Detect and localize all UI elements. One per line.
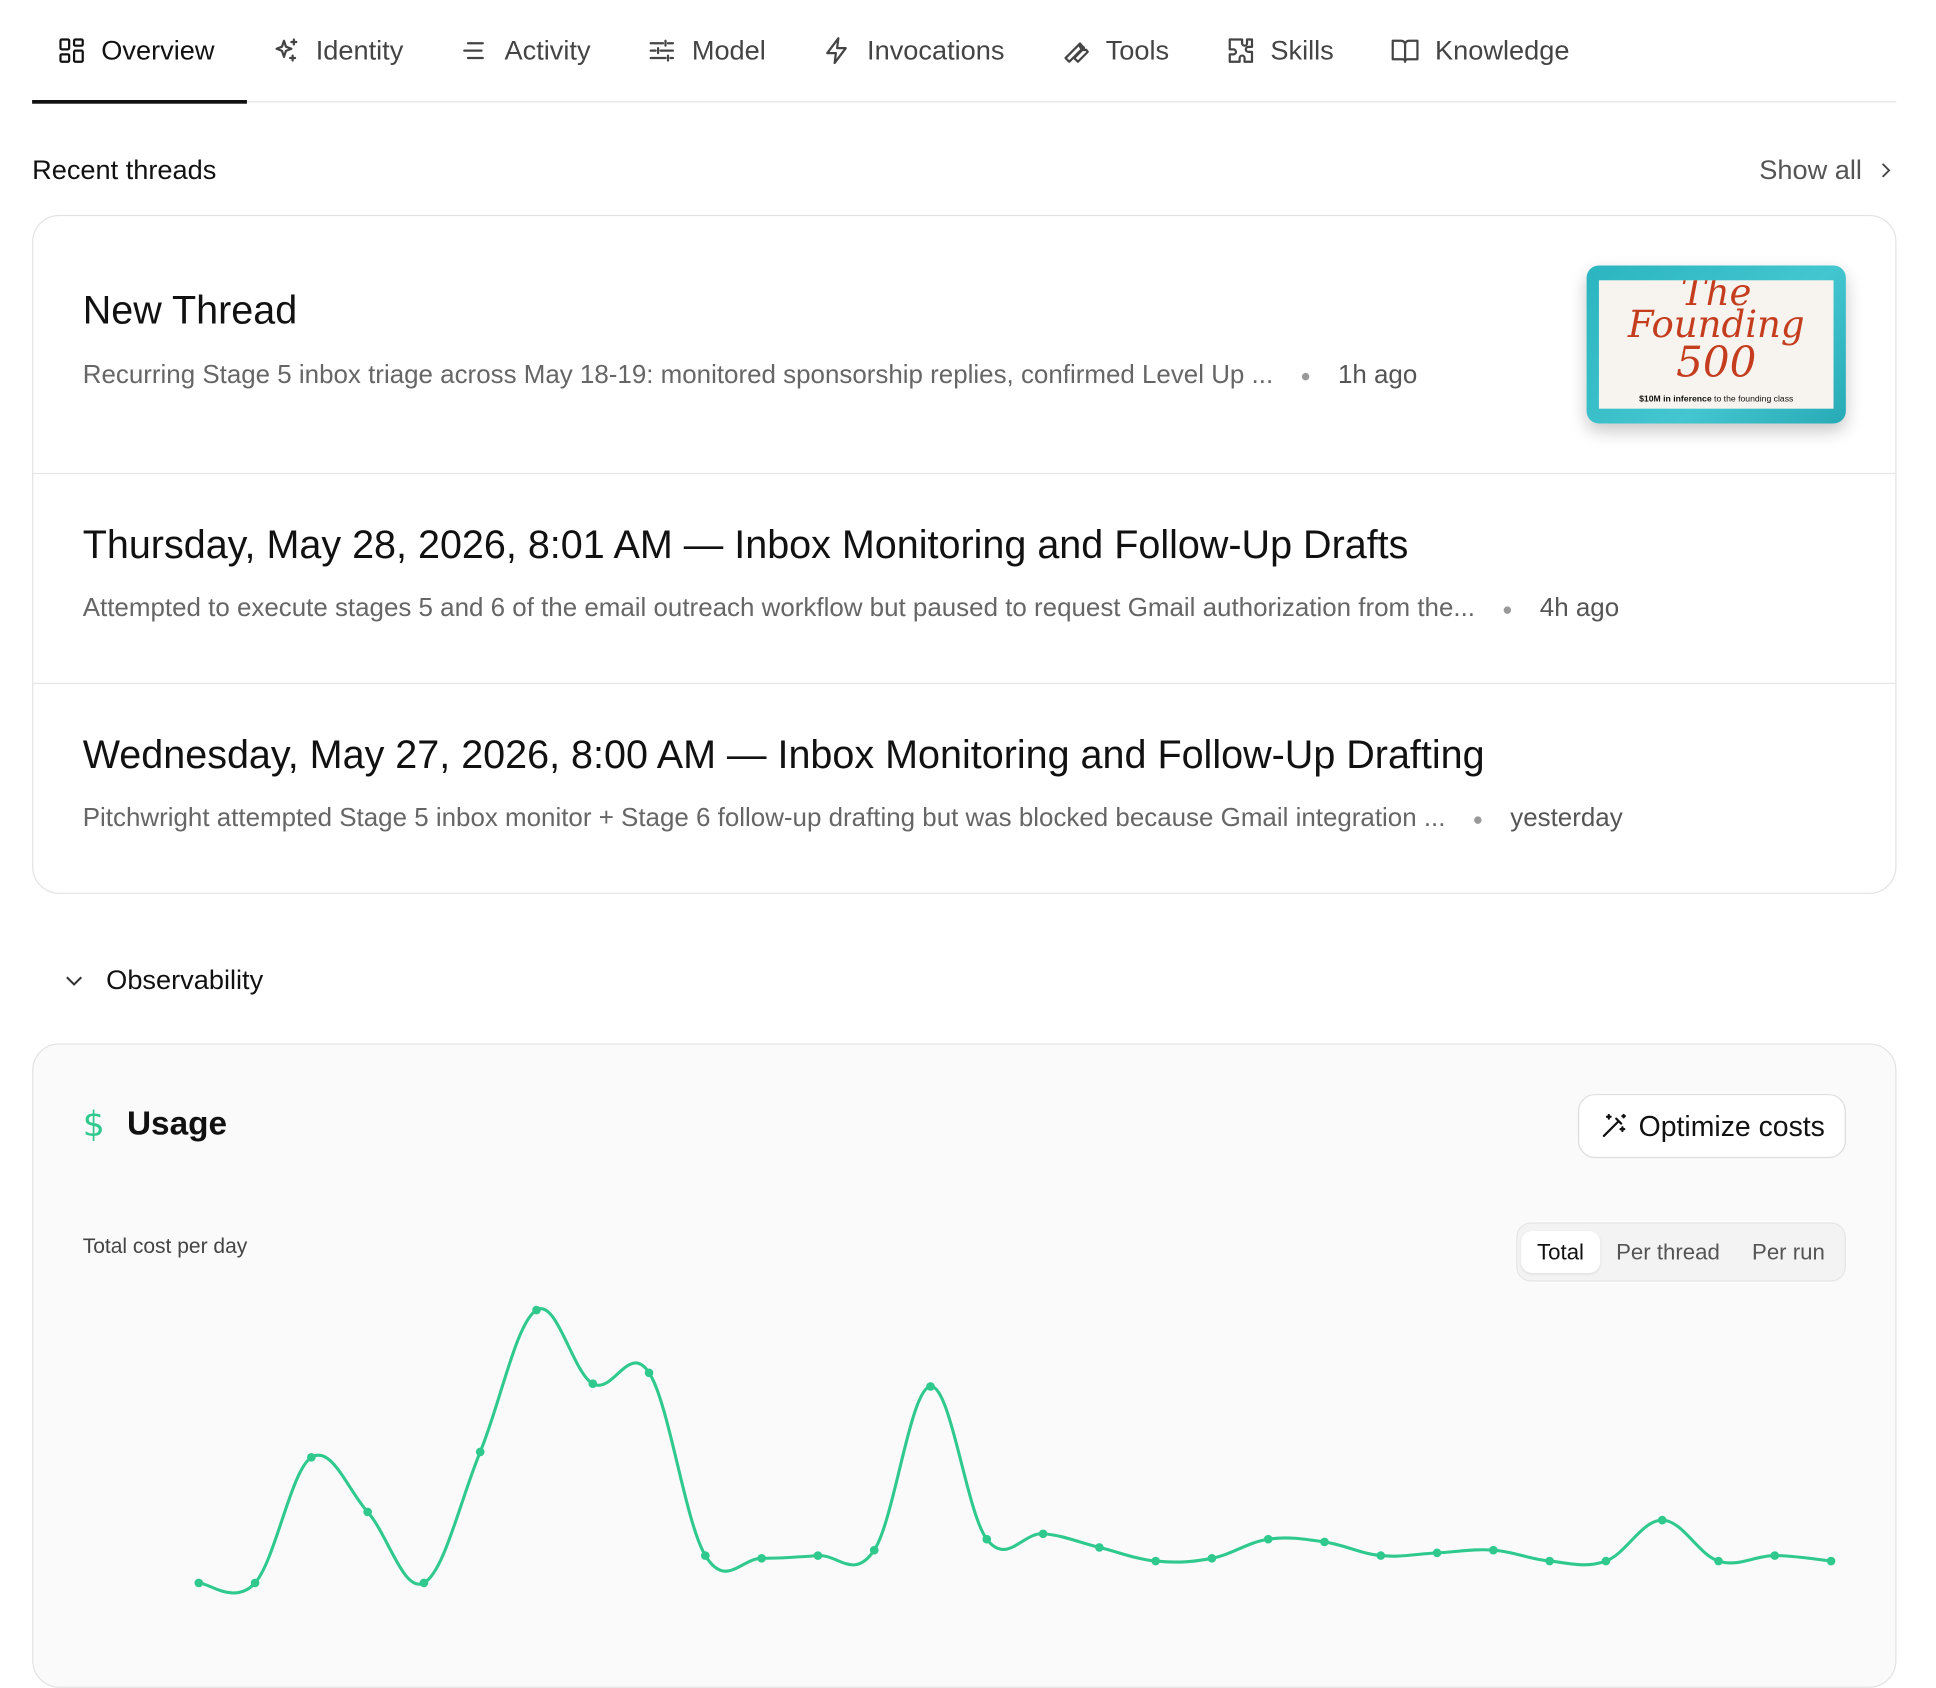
data-point[interactable] [869, 1545, 879, 1555]
show-all-label: Show all [1759, 154, 1862, 186]
data-point[interactable] [1601, 1556, 1611, 1566]
tab-label: Invocations [867, 34, 1005, 66]
data-point[interactable] [1095, 1543, 1104, 1552]
chevron-right-icon [1881, 163, 1891, 178]
thread-item[interactable]: Thursday, May 28, 2026, 8:01 AM — Inbox … [33, 473, 1896, 685]
wrench-icon [1063, 42, 1089, 63]
thumbnail-caption: $10M in inference to the founding class [1639, 395, 1794, 404]
thumbnail-text: 500 [1676, 338, 1757, 388]
data-point[interactable] [1151, 1556, 1160, 1566]
puzzle-icon [1228, 38, 1253, 63]
series-line [198, 1307, 1832, 1595]
tab-overview[interactable]: Overview [32, 0, 247, 104]
thread-title: Thursday, May 28, 2026, 8:01 AM — Inbox … [82, 522, 1409, 567]
data-point[interactable] [194, 1578, 204, 1588]
tab-label: Model [691, 34, 766, 66]
data-point[interactable] [1038, 1529, 1048, 1539]
data-point[interactable] [1376, 1551, 1386, 1560]
usage-card: $ Usage Optimize costs Total cost per da… [32, 1043, 1897, 1688]
data-point[interactable] [813, 1551, 823, 1560]
chevron-down-icon [66, 976, 83, 986]
data-point[interactable] [1432, 1548, 1442, 1558]
tab-label: Skills [1270, 34, 1334, 66]
data-point[interactable] [1826, 1556, 1836, 1566]
thread-meta: Attempted to execute stages 5 and 6 of t… [83, 594, 1619, 624]
tab-label: Tools [1105, 34, 1170, 66]
data-point[interactable] [363, 1507, 372, 1517]
tab-identity[interactable]: Identity [247, 0, 436, 101]
data-point[interactable] [926, 1382, 935, 1391]
data-point[interactable] [1207, 1554, 1217, 1563]
data-point[interactable] [1320, 1537, 1329, 1547]
tab-invocations[interactable]: Invocations [798, 0, 1037, 101]
show-all-link[interactable]: Show all [1759, 154, 1896, 186]
separator-dot: ● [1472, 808, 1484, 829]
thread-thumbnail: The Founding 500 $10M in inference to th… [1586, 265, 1846, 424]
observability-title: Observability [106, 964, 264, 996]
separator-dot: ● [1300, 365, 1311, 386]
sparkles-icon [275, 38, 298, 62]
thread-time: 1h ago [1337, 360, 1418, 389]
data-point[interactable] [307, 1453, 316, 1462]
thread-meta: Recurring Stage 5 inbox triage across Ma… [83, 361, 1418, 391]
usage-line-chart [194, 1305, 1836, 1595]
tab-tools[interactable]: Tools [1037, 0, 1202, 101]
tab-skills[interactable]: Skills [1201, 0, 1366, 101]
sliders-icon [649, 39, 675, 62]
thread-summary: Attempted to execute stages 5 and 6 of t… [82, 593, 1476, 623]
thread-summary: Pitchwright attempted Stage 5 inbox moni… [82, 803, 1446, 833]
data-point[interactable] [250, 1578, 260, 1588]
tab-label: Activity [504, 34, 591, 66]
data-point[interactable] [701, 1551, 710, 1560]
data-point[interactable] [532, 1305, 541, 1315]
thread-time: 4h ago [1539, 593, 1620, 623]
data-point[interactable] [644, 1368, 654, 1378]
tab-activity[interactable]: Activity [435, 0, 622, 101]
data-point[interactable] [1263, 1534, 1273, 1544]
data-point[interactable] [1489, 1545, 1498, 1555]
tab-label: Knowledge [1435, 34, 1570, 66]
tab-label: Identity [315, 34, 404, 66]
data-point[interactable] [475, 1447, 485, 1457]
recent-threads-header: Recent threads Show all [32, 146, 1896, 195]
data-point[interactable] [419, 1578, 429, 1588]
tab-bar: Overview Identity Activity Model Invocat… [32, 0, 1897, 104]
data-point[interactable] [982, 1534, 992, 1544]
thumbnail-image: The Founding 500 $10M in inference to th… [1598, 280, 1834, 409]
thread-meta: Pitchwright attempted Stage 5 inbox moni… [83, 804, 1623, 834]
data-point[interactable] [1714, 1556, 1723, 1566]
book-icon [1391, 39, 1419, 63]
separator-dot: ● [1502, 598, 1513, 619]
section-title: Recent threads [32, 154, 217, 186]
thread-time: yesterday [1510, 803, 1623, 833]
thread-item[interactable]: New Thread Recurring Stage 5 inbox triag… [33, 216, 1896, 475]
data-point[interactable] [757, 1554, 766, 1563]
data-point[interactable] [1545, 1556, 1554, 1566]
threads-card: New Thread Recurring Stage 5 inbox triag… [32, 214, 1897, 894]
grid-icon [59, 38, 84, 63]
lines-icon [462, 42, 484, 60]
data-point[interactable] [1657, 1515, 1667, 1525]
thread-title: Wednesday, May 27, 2026, 8:00 AM — Inbox… [82, 732, 1485, 777]
thread-title: New Thread [82, 287, 298, 333]
bolt-icon [826, 37, 848, 65]
observability-toggle[interactable]: Observability [62, 958, 263, 1002]
thread-item[interactable]: Wednesday, May 27, 2026, 8:00 AM — Inbox… [33, 683, 1895, 893]
data-point[interactable] [1770, 1551, 1780, 1560]
tab-knowledge[interactable]: Knowledge [1366, 0, 1602, 101]
data-point[interactable] [588, 1379, 598, 1389]
tab-label: Overview [101, 34, 215, 66]
tab-model[interactable]: Model [623, 0, 798, 101]
thread-summary: Recurring Stage 5 inbox triage across Ma… [82, 360, 1274, 389]
